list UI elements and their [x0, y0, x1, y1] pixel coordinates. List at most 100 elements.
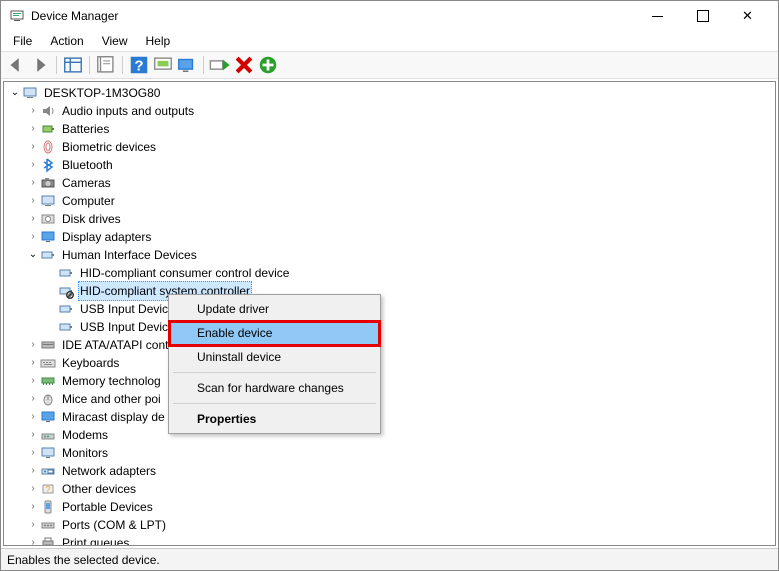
expand-arrow-icon[interactable]: › — [26, 120, 40, 138]
context-menu-item[interactable]: Update driver — [171, 297, 378, 321]
toolbar-sep — [203, 56, 204, 74]
tree-node[interactable]: HID-compliant consumer control device — [8, 264, 775, 282]
tree-node[interactable]: ›Display adapters — [8, 228, 775, 246]
tree-node[interactable]: › Ports (COM & LPT) — [8, 516, 775, 534]
menu-action[interactable]: Action — [42, 32, 91, 50]
mouse-icon — [40, 391, 56, 407]
tree-node[interactable]: USB Input Devic — [8, 318, 775, 336]
back-button[interactable] — [5, 54, 27, 76]
expand-arrow-icon[interactable]: › — [26, 516, 40, 534]
tree-node[interactable]: › IDE ATA/ATAPI cont — [8, 336, 775, 354]
audio-icon — [40, 103, 56, 119]
expand-arrow-icon[interactable]: › — [26, 336, 40, 354]
tree-node[interactable]: › Cameras — [8, 174, 775, 192]
tree-node-label: Network adapters — [60, 462, 158, 480]
scan-button[interactable] — [152, 54, 174, 76]
menu-bar: File Action View Help — [1, 31, 778, 51]
toolbar: ? — [1, 51, 778, 79]
expand-arrow-icon[interactable]: › — [26, 426, 40, 444]
context-menu-item[interactable]: Properties — [171, 407, 378, 431]
tree-node[interactable]: › Network adapters — [8, 462, 775, 480]
tree-node-label: IDE ATA/ATAPI cont — [60, 336, 170, 354]
maximize-button[interactable] — [680, 1, 725, 31]
update-driver-button[interactable] — [176, 54, 198, 76]
tree-node-label: Audio inputs and outputs — [60, 102, 196, 120]
computer-icon — [40, 193, 56, 209]
tree-node[interactable]: › Disk drives — [8, 210, 775, 228]
expand-arrow-icon[interactable]: › — [26, 408, 40, 426]
tree-node[interactable]: ›Modems — [8, 426, 775, 444]
tree-node-label: HID-compliant consumer control device — [78, 264, 291, 282]
expand-arrow-icon[interactable]: › — [26, 228, 40, 246]
memory-icon — [40, 373, 56, 389]
tree-node[interactable]: ›Computer — [8, 192, 775, 210]
tree-node[interactable]: ›Bluetooth — [8, 156, 775, 174]
properties-button[interactable] — [95, 54, 117, 76]
device-tree[interactable]: ⌄DESKTOP-1M3OG80›Audio inputs and output… — [4, 82, 775, 545]
expand-arrow-icon[interactable]: › — [26, 444, 40, 462]
title-bar: Device Manager ✕ — [1, 1, 778, 31]
tree-node-label: Biometric devices — [60, 138, 158, 156]
tree-node[interactable]: ›Mice and other poi — [8, 390, 775, 408]
expand-arrow-icon[interactable]: › — [26, 174, 40, 192]
tree-node[interactable]: ›Portable Devices — [8, 498, 775, 516]
tree-node[interactable]: › Biometric devices — [8, 138, 775, 156]
ide-icon — [40, 337, 56, 353]
collapse-arrow-icon[interactable]: ⌄ — [8, 84, 22, 102]
expand-arrow-icon[interactable]: › — [26, 138, 40, 156]
forward-button[interactable] — [29, 54, 51, 76]
context-menu-item[interactable]: Scan for hardware changes — [171, 376, 378, 400]
tree-node-label: DESKTOP-1M3OG80 — [42, 84, 162, 102]
tree-node[interactable]: ⌄ DESKTOP-1M3OG80 — [8, 84, 775, 102]
expand-arrow-icon[interactable]: › — [26, 498, 40, 516]
menu-help[interactable]: Help — [138, 32, 179, 50]
tree-node[interactable]: ›?Other devices — [8, 480, 775, 498]
uninstall-button[interactable] — [233, 54, 255, 76]
close-button[interactable]: ✕ — [725, 1, 770, 31]
scan-hardware-button[interactable] — [257, 54, 279, 76]
minimize-button[interactable] — [635, 1, 680, 31]
expand-arrow-icon[interactable]: › — [26, 462, 40, 480]
disk-icon — [40, 211, 56, 227]
status-text: Enables the selected device. — [7, 553, 160, 567]
tree-node[interactable]: USB Input Devic — [8, 300, 775, 318]
bluetooth-icon — [40, 157, 56, 173]
context-menu-separator — [173, 372, 376, 373]
context-menu-item[interactable]: Enable device — [171, 321, 378, 345]
tree-node[interactable]: › Audio inputs and outputs — [8, 102, 775, 120]
tree-node-label: Print queues — [60, 534, 131, 545]
expand-arrow-icon[interactable]: › — [26, 192, 40, 210]
tree-node[interactable]: ›Monitors — [8, 444, 775, 462]
context-menu-item[interactable]: Uninstall device — [171, 345, 378, 369]
tree-node[interactable]: ⌄Human Interface Devices — [8, 246, 775, 264]
tree-node[interactable]: ›Keyboards — [8, 354, 775, 372]
expand-arrow-icon[interactable]: › — [26, 390, 40, 408]
collapse-arrow-icon[interactable]: ⌄ — [26, 246, 40, 264]
tree-node[interactable]: ›Miracast display de — [8, 408, 775, 426]
help-button[interactable]: ? — [128, 54, 150, 76]
tree-node[interactable]: › Print queues — [8, 534, 775, 545]
tree-node-label: Ports (COM & LPT) — [60, 516, 168, 534]
finger-icon — [40, 139, 56, 155]
expand-arrow-icon[interactable]: › — [26, 480, 40, 498]
expand-arrow-icon[interactable]: › — [26, 102, 40, 120]
tree-node[interactable]: ›Memory technolog — [8, 372, 775, 390]
tree-node[interactable]: ›Batteries — [8, 120, 775, 138]
port-icon — [40, 517, 56, 533]
menu-file[interactable]: File — [5, 32, 40, 50]
toolbar-sep — [122, 56, 123, 74]
tree-node[interactable]: HID-compliant system controller — [8, 282, 775, 300]
menu-view[interactable]: View — [94, 32, 136, 50]
tree-node-label: Disk drives — [60, 210, 123, 228]
expand-arrow-icon[interactable]: › — [26, 372, 40, 390]
expand-arrow-icon[interactable]: › — [26, 156, 40, 174]
portable-icon — [40, 499, 56, 515]
expand-arrow-icon[interactable]: › — [26, 354, 40, 372]
battery-icon — [40, 121, 56, 137]
toolbar-sep — [89, 56, 90, 74]
show-hidden-button[interactable] — [62, 54, 84, 76]
enable-device-button[interactable] — [209, 54, 231, 76]
tree-node-label: Cameras — [60, 174, 113, 192]
expand-arrow-icon[interactable]: › — [26, 534, 40, 545]
expand-arrow-icon[interactable]: › — [26, 210, 40, 228]
